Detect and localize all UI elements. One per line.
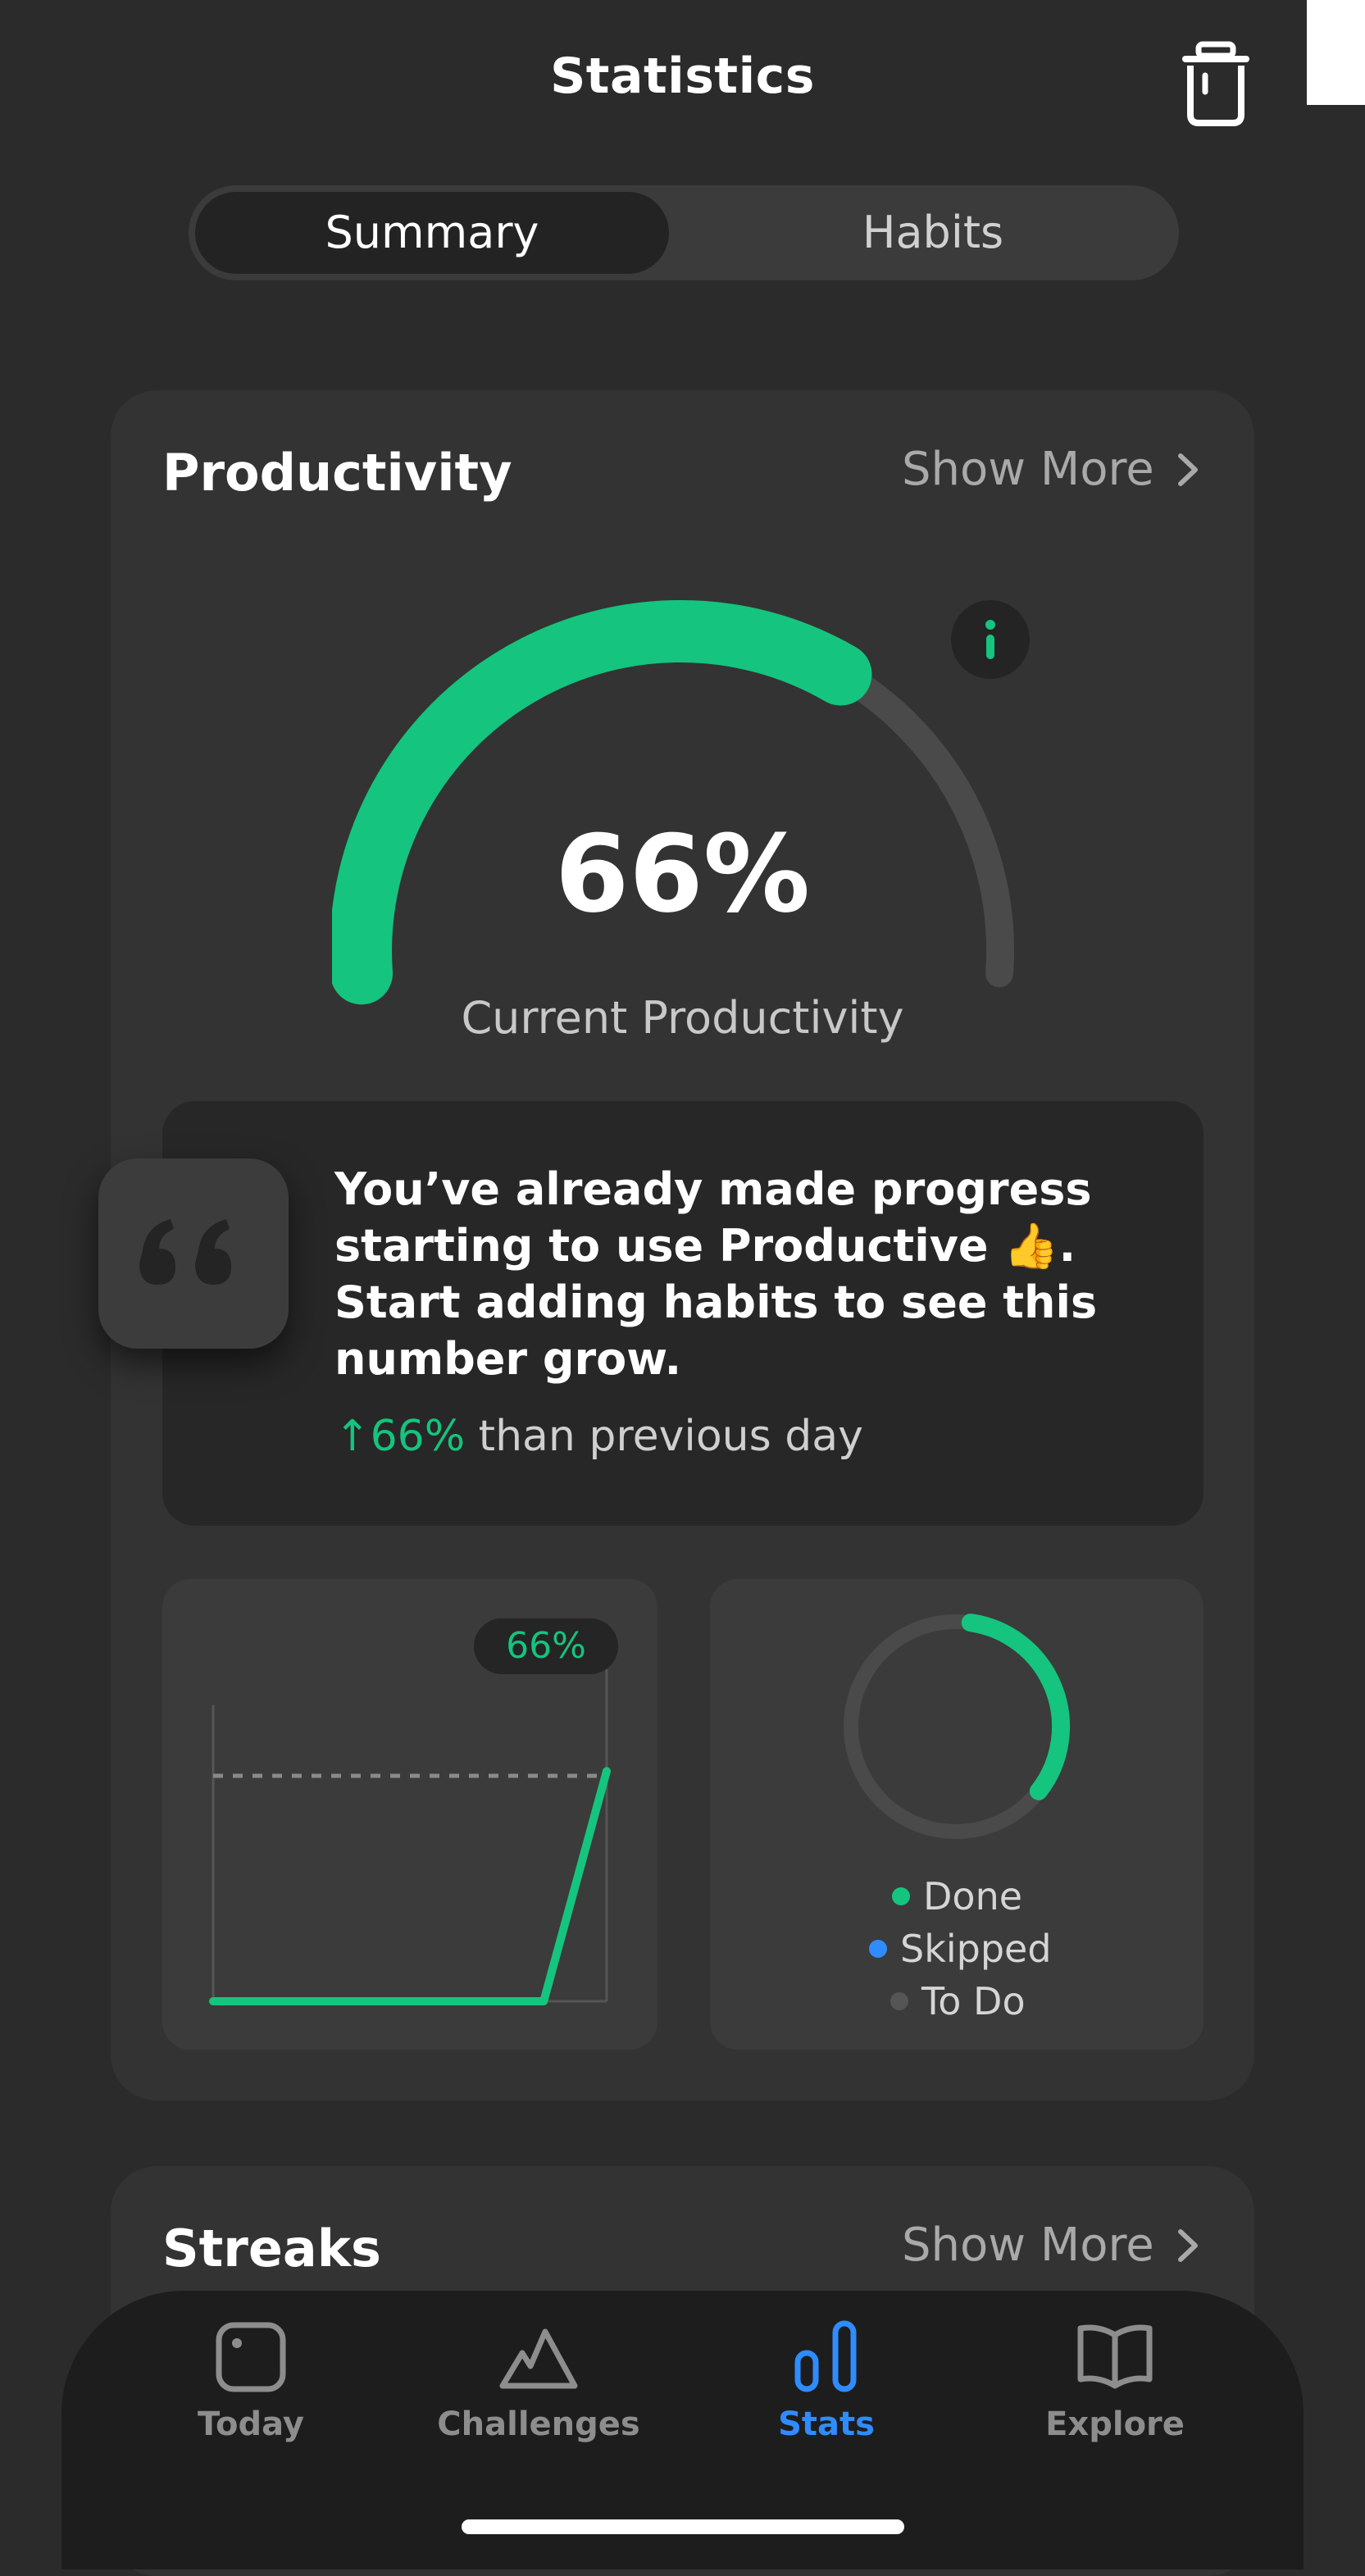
quote-badge bbox=[98, 1158, 289, 1349]
challenges-icon bbox=[499, 2328, 578, 2389]
chevron-right-icon bbox=[1177, 2228, 1198, 2262]
productivity-percent: 66% bbox=[554, 812, 811, 936]
trash-icon[interactable] bbox=[1179, 41, 1253, 127]
stats-icon bbox=[794, 2320, 857, 2392]
tab-challenges-label: Challenges bbox=[437, 2405, 640, 2443]
tab-explore-label: Explore bbox=[1045, 2405, 1185, 2443]
chevron-right-icon bbox=[1177, 453, 1198, 486]
info-button[interactable] bbox=[951, 600, 1030, 679]
legend-done-dot bbox=[892, 1886, 910, 1905]
legend-todo: To Do bbox=[890, 1979, 1026, 2023]
streaks-title: Streaks bbox=[162, 2219, 381, 2278]
tab-challenges[interactable]: Challenges bbox=[416, 2320, 662, 2443]
status-donut bbox=[844, 1613, 1071, 1839]
trend-badge: 66% bbox=[474, 1618, 618, 1674]
tab-stats-label: Stats bbox=[778, 2405, 875, 2443]
tab-summary[interactable]: Summary bbox=[195, 207, 669, 258]
page-title: Statistics bbox=[550, 48, 815, 105]
delta-value: ↑66% bbox=[334, 1412, 466, 1461]
productivity-show-more-button[interactable]: Show More bbox=[902, 443, 1200, 496]
tab-stats[interactable]: Stats bbox=[703, 2320, 949, 2443]
legend-skipped-dot bbox=[869, 1939, 887, 1958]
legend-done: Done bbox=[892, 1874, 1022, 1918]
home-indicator bbox=[462, 2519, 904, 2534]
tab-today[interactable]: Today bbox=[128, 2320, 374, 2443]
quote-icon bbox=[139, 1219, 231, 1285]
legend-skipped: Skipped bbox=[869, 1927, 1052, 1971]
productivity-gauge bbox=[332, 600, 1014, 1005]
streaks-show-more-button[interactable]: Show More bbox=[902, 2219, 1200, 2272]
legend-todo-dot bbox=[890, 1991, 908, 2010]
show-more-label: Show More bbox=[902, 443, 1154, 496]
delta-suffix: than previous day bbox=[465, 1412, 863, 1461]
tab-today-label: Today bbox=[198, 2405, 304, 2443]
insight-delta: ↑66% than previous day bbox=[334, 1412, 863, 1461]
productivity-title: Productivity bbox=[162, 443, 512, 503]
today-icon bbox=[216, 2322, 286, 2392]
productivity-caption: Current Productivity bbox=[461, 992, 904, 1044]
show-more-label: Show More bbox=[902, 2219, 1154, 2272]
insight-text: You’ve already made progress starting to… bbox=[334, 1163, 1098, 1385]
explore-icon bbox=[1077, 2324, 1153, 2389]
status-corner bbox=[1307, 0, 1365, 105]
tab-explore[interactable]: Explore bbox=[992, 2320, 1238, 2443]
tab-habits[interactable]: Habits bbox=[694, 207, 1172, 258]
info-icon bbox=[985, 620, 995, 659]
